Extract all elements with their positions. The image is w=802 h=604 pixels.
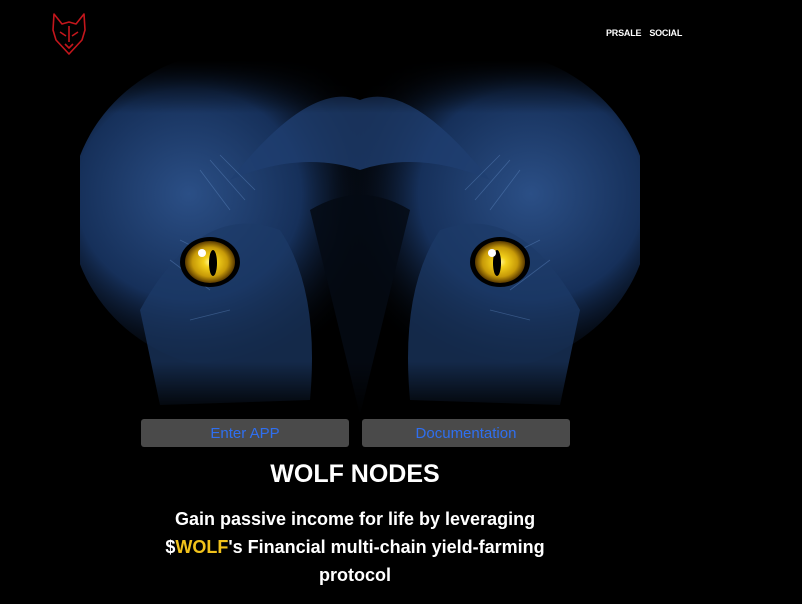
- nav-presale-link[interactable]: PRSALE: [606, 28, 642, 38]
- wolf-eyes-hero-image: [80, 60, 640, 415]
- top-nav: PRSALE SOCIAL: [606, 28, 682, 38]
- nav-social-link[interactable]: SOCIAL: [649, 28, 682, 38]
- cta-buttons: Enter APP Documentation: [141, 419, 570, 447]
- landing-page: PRSALE SOCIAL Enter APP Documentation WO…: [0, 0, 802, 604]
- tagline-line3: protocol: [319, 565, 391, 585]
- token-name: WOLF: [175, 537, 229, 557]
- documentation-button[interactable]: Documentation: [362, 419, 570, 447]
- tagline-line2: 's Financial multi-chain yield-farming: [228, 537, 545, 557]
- tagline-line1: Gain passive income for life by leveragi…: [174, 509, 536, 529]
- tagline-dollar: $: [165, 537, 176, 557]
- enter-app-button[interactable]: Enter APP: [141, 419, 349, 447]
- page-title: WOLF NODES: [270, 460, 440, 488]
- wolf-head-icon[interactable]: [50, 12, 88, 56]
- tagline: Gain passive income for life by leveragi…: [150, 505, 560, 589]
